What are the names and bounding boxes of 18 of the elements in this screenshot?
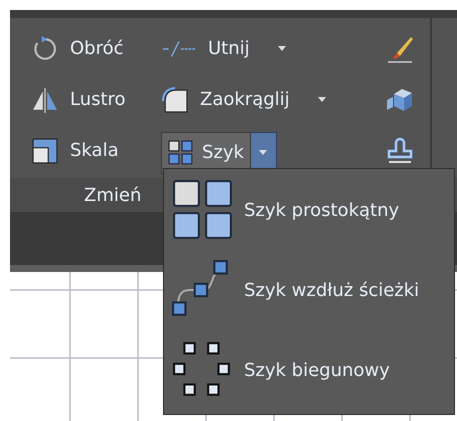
scale-tool[interactable]: Skala	[32, 134, 119, 168]
mirror-tool[interactable]: Lustro	[32, 82, 126, 116]
mirror-icon	[32, 86, 58, 112]
stamp-icon	[386, 136, 414, 164]
fillet-tool[interactable]: Zaokrąglij	[162, 82, 326, 116]
grid-icon	[168, 140, 194, 166]
brush-icon	[386, 34, 414, 62]
rotate-tool[interactable]: Obróć	[32, 32, 124, 66]
fillet-icon	[162, 86, 188, 112]
trim-tool[interactable]: Utnij	[162, 32, 286, 66]
grid-icon	[172, 179, 234, 241]
scale-icon	[32, 138, 58, 164]
rotate-icon	[32, 36, 58, 62]
menu-item[interactable]: Szyk prostokątny	[172, 179, 454, 241]
menu-item[interactable]: Szyk biegunowy	[172, 339, 454, 401]
panel-title[interactable]: Zmień	[84, 184, 142, 206]
menu-item[interactable]: Szyk wzdłuż ścieżki	[172, 259, 454, 321]
caret-icon	[259, 150, 268, 155]
